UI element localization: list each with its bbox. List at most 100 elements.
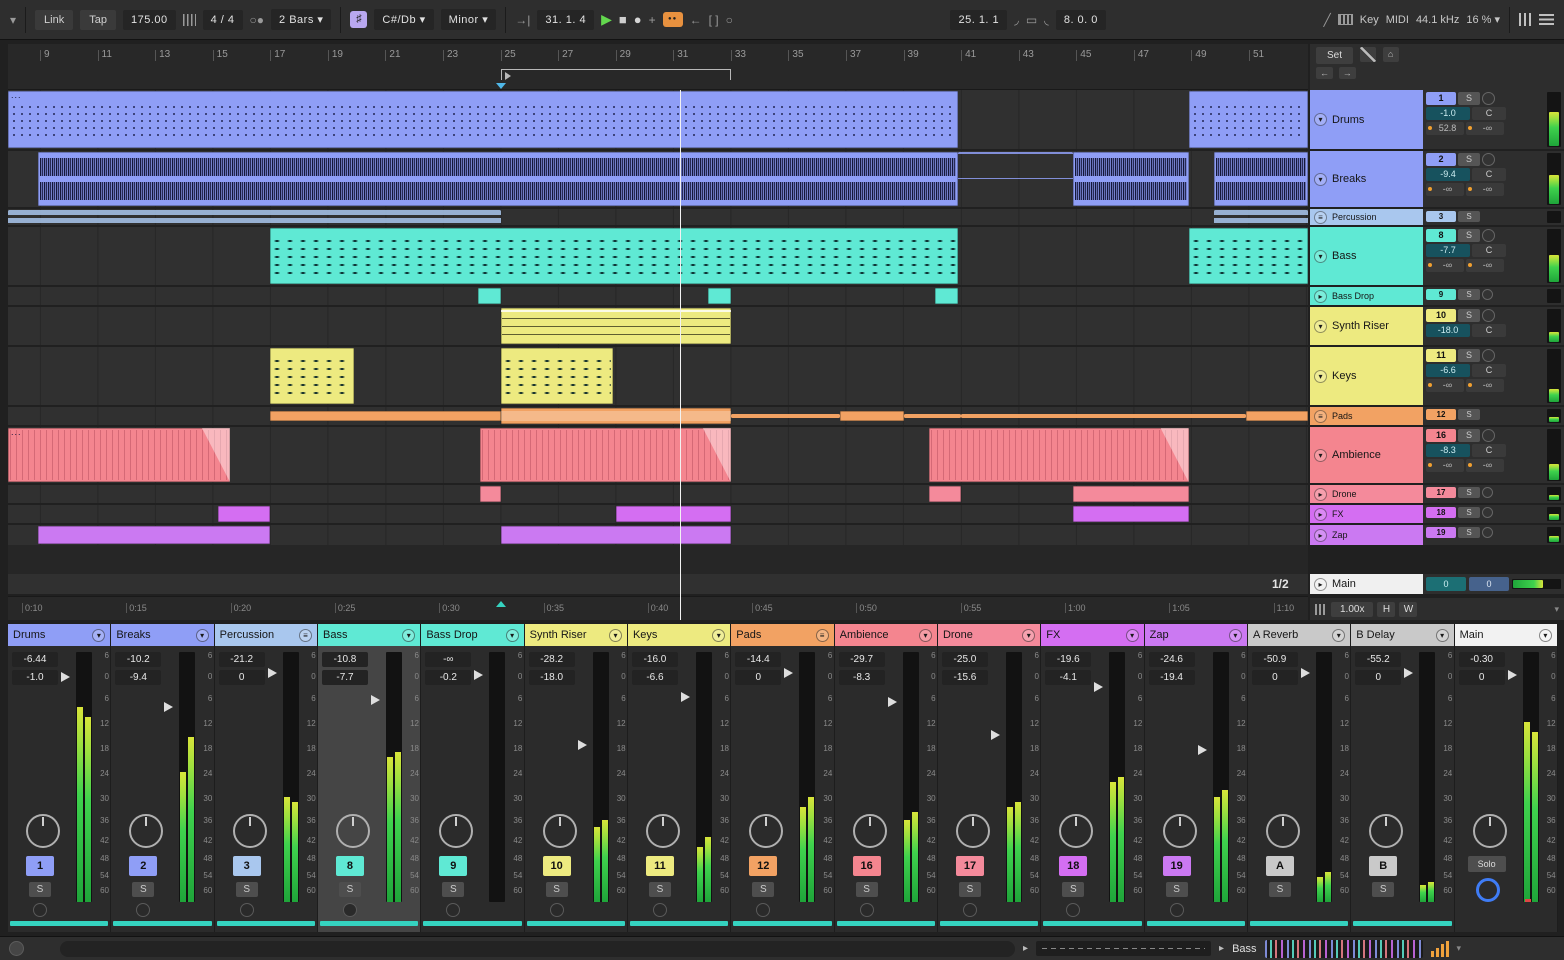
clip-play-icon[interactable]: ▸ (1219, 943, 1224, 954)
volume-value[interactable]: -1.0 (12, 670, 58, 685)
solo-button[interactable]: S (1458, 429, 1480, 442)
volume-value[interactable]: -18.0 (528, 670, 575, 685)
re-enable-automation-icon[interactable]: ← (690, 14, 702, 26)
bar-number-label[interactable]: 31 (673, 50, 688, 61)
peak-level-value[interactable]: -14.4 (735, 652, 782, 667)
play-icon[interactable]: ▸ (1314, 528, 1327, 542)
status-input[interactable] (60, 940, 1015, 957)
peak-level-value[interactable]: -16.0 (631, 652, 678, 667)
track-lane-drums[interactable]: ... (8, 90, 1308, 149)
pan-value[interactable]: C (1472, 324, 1506, 337)
bar-number-label[interactable]: 9 (39, 50, 50, 61)
clip-pads[interactable] (1246, 411, 1308, 421)
fold-icon[interactable]: ▾ (608, 628, 622, 642)
track-number[interactable]: 3 (232, 856, 261, 876)
clip-drone[interactable] (929, 486, 962, 502)
track-name[interactable]: ≡ Percussion (1310, 209, 1423, 225)
pan-knob[interactable] (129, 814, 164, 848)
volume-value[interactable]: 0 (218, 670, 265, 685)
bar-number-label[interactable]: 51 (1248, 50, 1264, 61)
key-map-button[interactable]: Key (1360, 14, 1379, 26)
track-number[interactable]: 8 (335, 856, 364, 876)
clip-pads[interactable] (730, 414, 841, 418)
track-header-breaks[interactable]: ▾ Breaks 2 S -9.4 C -∞ -∞ (1310, 151, 1564, 207)
cpu-load-field[interactable]: 16 % ▾ (1466, 13, 1500, 26)
bar-number-label[interactable]: 41 (961, 50, 976, 61)
volume-value[interactable]: -0.2 (425, 670, 472, 685)
punch-out-icon[interactable]: ◟ (1044, 14, 1049, 26)
bar-number-label[interactable]: 23 (442, 50, 458, 61)
fold-icon[interactable]: ▾ (402, 628, 416, 642)
mixer-track-title[interactable]: Drums ▾ (8, 624, 111, 646)
volume-value[interactable]: 0 (1458, 670, 1505, 685)
quantize-menu[interactable]: 2 Bars ▾ (271, 9, 332, 30)
send-value[interactable]: 52.8 (1426, 122, 1464, 135)
track-lane-drone[interactable] (8, 485, 1308, 503)
clip-zap[interactable] (37, 526, 271, 544)
solo-button[interactable]: S (442, 882, 465, 897)
beat-time-ruler[interactable]: 9 11 13 15 17 19 21 23 25 27 29 31 33 35 37 39 41 43 45 47 4… (8, 44, 1308, 90)
mixer-track-title[interactable]: FX ▾ (1041, 624, 1144, 646)
track-header-synth-riser[interactable]: ▾ Synth Riser 10 S -18.0 C (1310, 307, 1564, 345)
clip-bass-drop[interactable] (707, 288, 731, 304)
cue-button[interactable] (1482, 507, 1493, 518)
send-value[interactable]: -∞ (1426, 459, 1464, 472)
scale-icon[interactable]: ♯ (350, 11, 368, 28)
mixer-track-title[interactable]: Keys ▾ (627, 624, 731, 646)
fold-icon[interactable]: ▾ (195, 628, 209, 642)
menu-icon[interactable]: ≡ (815, 628, 829, 642)
bar-number-label[interactable]: 39 (903, 50, 919, 61)
track-lane-keys[interactable] (8, 347, 1308, 405)
fold-icon[interactable]: ▾ (1314, 369, 1327, 383)
mixer-track-title[interactable]: Pads ≡ (731, 624, 834, 646)
menu-icon[interactable] (1539, 14, 1555, 25)
cue-button[interactable] (962, 903, 977, 917)
options-chevron-icon[interactable]: ▾ (10, 14, 16, 26)
pan-knob[interactable] (232, 814, 267, 848)
play-button[interactable]: ▶ (601, 11, 612, 28)
fader-handle[interactable] (474, 669, 484, 680)
tempo-field[interactable]: 175.00 (122, 9, 176, 30)
bar-number-label[interactable]: 15 (212, 50, 228, 61)
pan-knob[interactable] (955, 814, 990, 848)
fold-icon[interactable]: ▾ (1228, 628, 1242, 642)
volume-value[interactable]: 0 (1251, 670, 1298, 685)
midi-map-button[interactable]: MIDI (1386, 14, 1409, 26)
fold-icon[interactable]: ▾ (92, 628, 106, 642)
track-number[interactable]: 16 (852, 856, 881, 876)
cue-button[interactable] (1482, 527, 1493, 538)
clip-pads[interactable] (903, 414, 962, 418)
fold-icon[interactable]: ▾ (1022, 628, 1036, 642)
track-number[interactable]: 1 (1426, 92, 1456, 105)
track-name[interactable]: ▾ Synth Riser (1310, 307, 1423, 345)
clip-breaks[interactable] (1214, 152, 1308, 206)
play-icon[interactable]: ▸ (1314, 289, 1327, 303)
new-icon[interactable]: + (649, 14, 656, 26)
fold-icon[interactable]: ▾ (505, 628, 519, 642)
solo-button[interactable]: S (1458, 507, 1480, 518)
menu-icon[interactable]: ≡ (1314, 409, 1327, 423)
cue-button[interactable] (1482, 487, 1493, 498)
track-header-fx[interactable]: ▸ FX 18 S (1310, 505, 1564, 523)
volume-value[interactable]: -19.4 (1148, 670, 1195, 685)
cue-button[interactable] (33, 903, 47, 917)
send-value[interactable]: -∞ (1466, 379, 1504, 392)
track-lane-main[interactable] (8, 574, 1308, 594)
bar-number-label[interactable]: 49 (1191, 50, 1207, 61)
cue-button[interactable] (1482, 229, 1495, 242)
pan-knob[interactable] (542, 814, 577, 848)
track-number[interactable]: 9 (439, 856, 468, 876)
fader-handle[interactable] (1300, 668, 1310, 679)
track-number[interactable]: 8 (1426, 229, 1456, 242)
clip-breaks[interactable] (37, 152, 959, 206)
clip-bass-drop[interactable] (935, 288, 959, 304)
menu-icon[interactable]: ≡ (298, 628, 312, 642)
track-number[interactable]: 9 (1426, 289, 1456, 300)
automation-arm-icon[interactable]: ●● (662, 12, 683, 27)
bar-number-label[interactable]: 17 (270, 50, 285, 61)
track-lane-fx[interactable] (8, 505, 1308, 523)
solo-button[interactable]: S (1458, 527, 1480, 538)
set-marker-button[interactable]: Set (1316, 47, 1354, 64)
mixer-track-title[interactable]: Ambience ▾ (834, 624, 937, 646)
fold-icon[interactable]: ▾ (712, 628, 726, 642)
